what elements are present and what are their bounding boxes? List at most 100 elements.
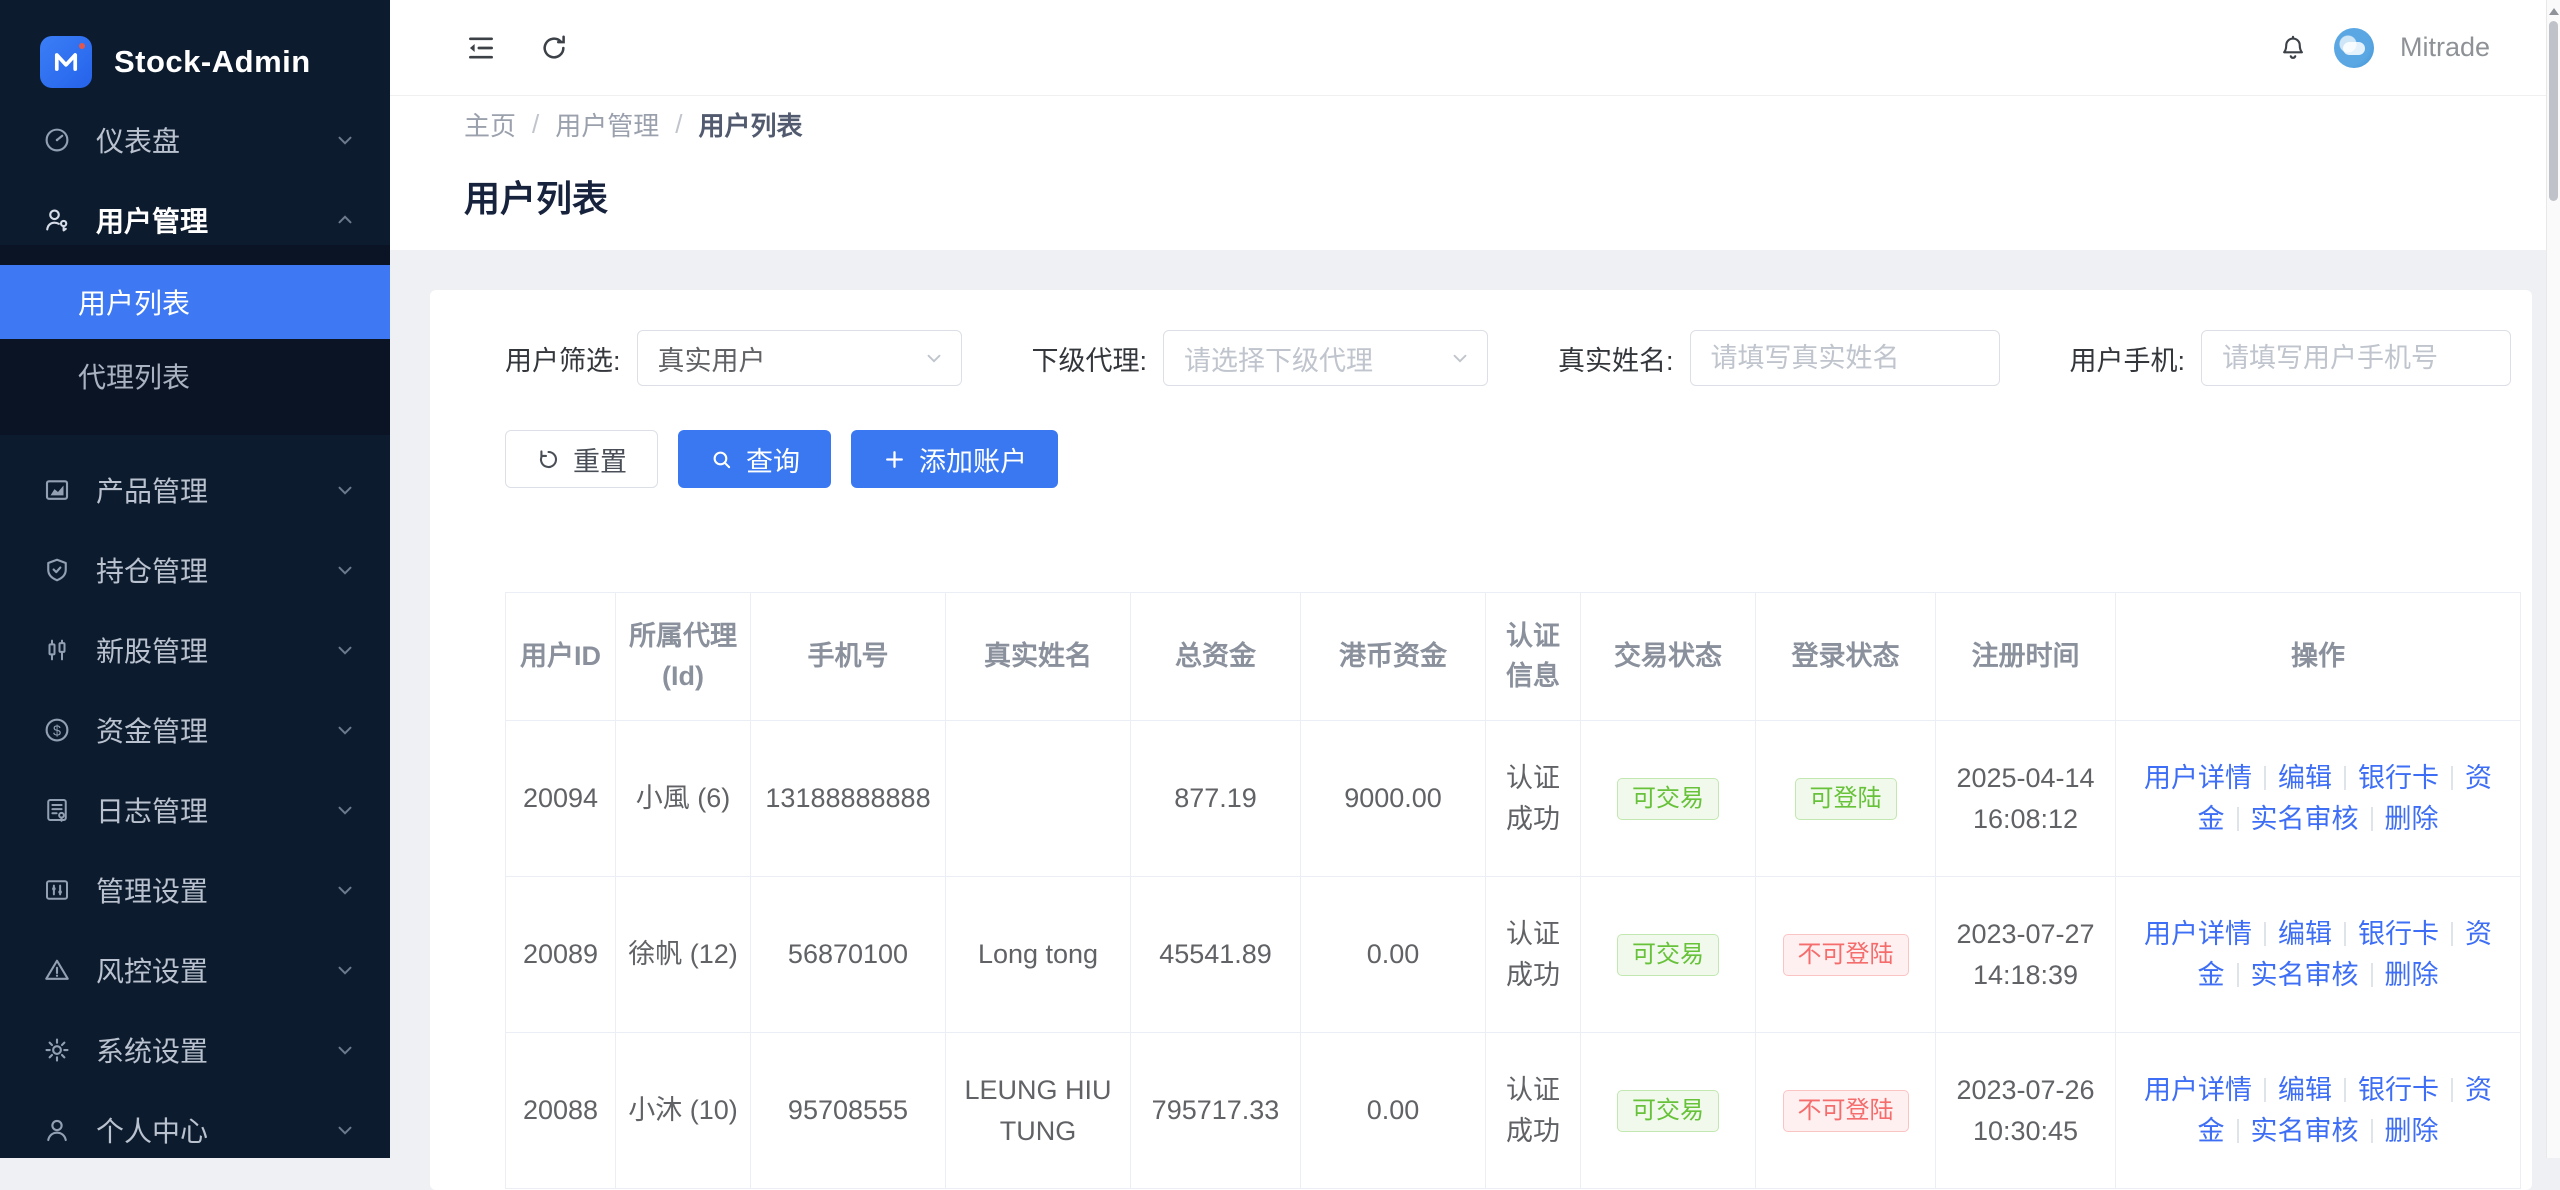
brand-m-icon	[40, 36, 92, 88]
page-scrollbar[interactable]	[2546, 0, 2560, 1158]
sidebar-item-log-management[interactable]: 日志管理	[0, 785, 390, 835]
op-kyc-audit-link[interactable]: 实名审核	[2251, 960, 2359, 990]
sidebar-item-risk-settings[interactable]: 风控设置	[0, 945, 390, 995]
col-auth-info: 认证信息	[1486, 593, 1581, 721]
refresh-icon[interactable]	[538, 32, 570, 64]
sidebar-collapse-icon[interactable]	[464, 31, 498, 65]
sidebar: Stock-Admin 仪表盘 用户管理	[0, 0, 390, 1158]
sidebar-item-fund-management[interactable]: $ 资金管理	[0, 705, 390, 755]
user-table: 用户ID 所属代理 (Id) 手机号 真实姓名 总资金 港币资金 认证信息 交易…	[505, 592, 2521, 1189]
login-status-badge: 不可登陆	[1783, 1090, 1909, 1132]
cell-total-funds: 877.19	[1131, 721, 1301, 877]
app-title: Stock-Admin	[114, 44, 311, 80]
op-divider	[2451, 1078, 2453, 1102]
user-avatar[interactable]	[2334, 28, 2374, 68]
filter-label: 用户手机:	[2070, 339, 2186, 378]
shield-icon	[42, 555, 72, 585]
op-divider	[2264, 1078, 2266, 1102]
reset-icon	[536, 447, 561, 472]
col-total-funds: 总资金	[1131, 593, 1301, 721]
user-phone-input[interactable]	[2201, 330, 2511, 386]
user-list-card: 用户筛选: 真实用户 下级代理: 请选择下级代理	[430, 290, 2532, 1190]
chevron-down-icon	[334, 719, 356, 741]
breadcrumb-user-management[interactable]: 用户管理	[555, 106, 659, 143]
op-delete-link[interactable]: 删除	[2385, 1116, 2439, 1146]
warning-triangle-icon	[42, 955, 72, 985]
cell-trade-status: 可交易	[1581, 1033, 1756, 1189]
op-user-detail-link[interactable]: 用户详情	[2144, 919, 2252, 949]
cell-reg-time: 2025-04-14 16:08:12	[1936, 721, 2116, 877]
cell-user-id: 20094	[506, 721, 616, 877]
col-phone: 手机号	[751, 593, 946, 721]
reset-label: 重置	[573, 440, 627, 479]
op-divider	[2371, 1119, 2373, 1143]
op-user-detail-link[interactable]: 用户详情	[2144, 763, 2252, 793]
filter-label: 下级代理:	[1032, 339, 1148, 378]
bell-icon[interactable]	[2278, 33, 2308, 63]
op-kyc-audit-link[interactable]: 实名审核	[2251, 804, 2359, 834]
user-management-icon	[42, 205, 72, 235]
scrollbar-thumb[interactable]	[2549, 21, 2558, 201]
op-edit-link[interactable]: 编辑	[2278, 763, 2332, 793]
sidebar-item-system-settings[interactable]: 系统设置	[0, 1025, 390, 1075]
op-divider	[2371, 807, 2373, 831]
chevron-down-icon	[334, 1119, 356, 1141]
cell-auth-info: 认证成功	[1486, 877, 1581, 1033]
sidebar-item-user-management[interactable]: 用户管理	[0, 195, 390, 245]
breadcrumb-current: 用户列表	[699, 106, 803, 143]
sidebar-item-label: 用户列表	[78, 282, 190, 322]
table-header-row: 用户ID 所属代理 (Id) 手机号 真实姓名 总资金 港币资金 认证信息 交易…	[506, 593, 2521, 721]
sidebar-item-label: 仪表盘	[96, 120, 334, 160]
sidebar-item-product-management[interactable]: 产品管理	[0, 465, 390, 515]
op-divider	[2371, 963, 2373, 987]
chevron-down-icon	[334, 129, 356, 151]
op-divider	[2237, 963, 2239, 987]
scrollbar-up-arrow-icon[interactable]	[2549, 8, 2559, 15]
sidebar-item-new-stock-management[interactable]: 新股管理	[0, 625, 390, 675]
op-user-detail-link[interactable]: 用户详情	[2144, 1075, 2252, 1105]
op-kyc-audit-link[interactable]: 实名审核	[2251, 1116, 2359, 1146]
op-delete-link[interactable]: 删除	[2385, 960, 2439, 990]
op-bank-card-link[interactable]: 银行卡	[2358, 763, 2439, 793]
user-type-select[interactable]: 真实用户	[637, 330, 962, 386]
breadcrumb-section: 主页 / 用户管理 / 用户列表 用户列表	[390, 96, 2546, 258]
op-bank-card-link[interactable]: 银行卡	[2358, 1075, 2439, 1105]
col-real-name: 真实姓名	[946, 593, 1131, 721]
breadcrumb-home[interactable]: 主页	[464, 106, 516, 143]
query-button[interactable]: 查询	[678, 430, 831, 488]
sidebar-item-user-list[interactable]: 用户列表	[0, 265, 390, 339]
logo-red-dot	[79, 43, 85, 49]
op-bank-card-link[interactable]: 银行卡	[2358, 919, 2439, 949]
filter-user-type: 用户筛选: 真实用户	[505, 330, 962, 386]
sidebar-item-agent-list[interactable]: 代理列表	[0, 339, 390, 413]
reset-button[interactable]: 重置	[505, 430, 658, 488]
sidebar-item-personal-center[interactable]: 个人中心	[0, 1105, 390, 1155]
cell-real-name	[946, 721, 1131, 877]
cell-reg-time: 2023-07-26 10:30:45	[1936, 1033, 2116, 1189]
sidebar-item-label: 产品管理	[96, 470, 334, 510]
op-divider	[2451, 922, 2453, 946]
col-operations: 操作	[2116, 593, 2521, 721]
chevron-down-icon	[334, 879, 356, 901]
op-delete-link[interactable]: 删除	[2385, 804, 2439, 834]
add-account-button[interactable]: 添加账户	[851, 430, 1058, 488]
op-edit-link[interactable]: 编辑	[2278, 1075, 2332, 1105]
sidebar-item-dashboard[interactable]: 仪表盘	[0, 115, 390, 165]
filter-sub-agent: 下级代理: 请选择下级代理	[1032, 330, 1489, 386]
user-name: Mitrade	[2400, 32, 2490, 63]
filter-real-name: 真实姓名:	[1558, 330, 2000, 386]
action-buttons: 重置 查询 添加账户	[505, 430, 2514, 488]
col-login-status: 登录状态	[1756, 593, 1936, 721]
sidebar-item-label: 管理设置	[96, 870, 334, 910]
dollar-circle-icon: $	[42, 715, 72, 745]
cell-trade-status: 可交易	[1581, 877, 1756, 1033]
breadcrumb: 主页 / 用户管理 / 用户列表	[464, 96, 2546, 152]
real-name-input[interactable]	[1690, 330, 2000, 386]
chevron-down-icon	[923, 347, 945, 369]
op-edit-link[interactable]: 编辑	[2278, 919, 2332, 949]
sub-agent-select[interactable]: 请选择下级代理	[1163, 330, 1488, 386]
sidebar-item-position-management[interactable]: 持仓管理	[0, 545, 390, 595]
gear-icon	[42, 1035, 72, 1065]
content-area: 用户筛选: 真实用户 下级代理: 请选择下级代理	[390, 250, 2546, 1158]
sidebar-item-admin-settings[interactable]: 管理设置	[0, 865, 390, 915]
